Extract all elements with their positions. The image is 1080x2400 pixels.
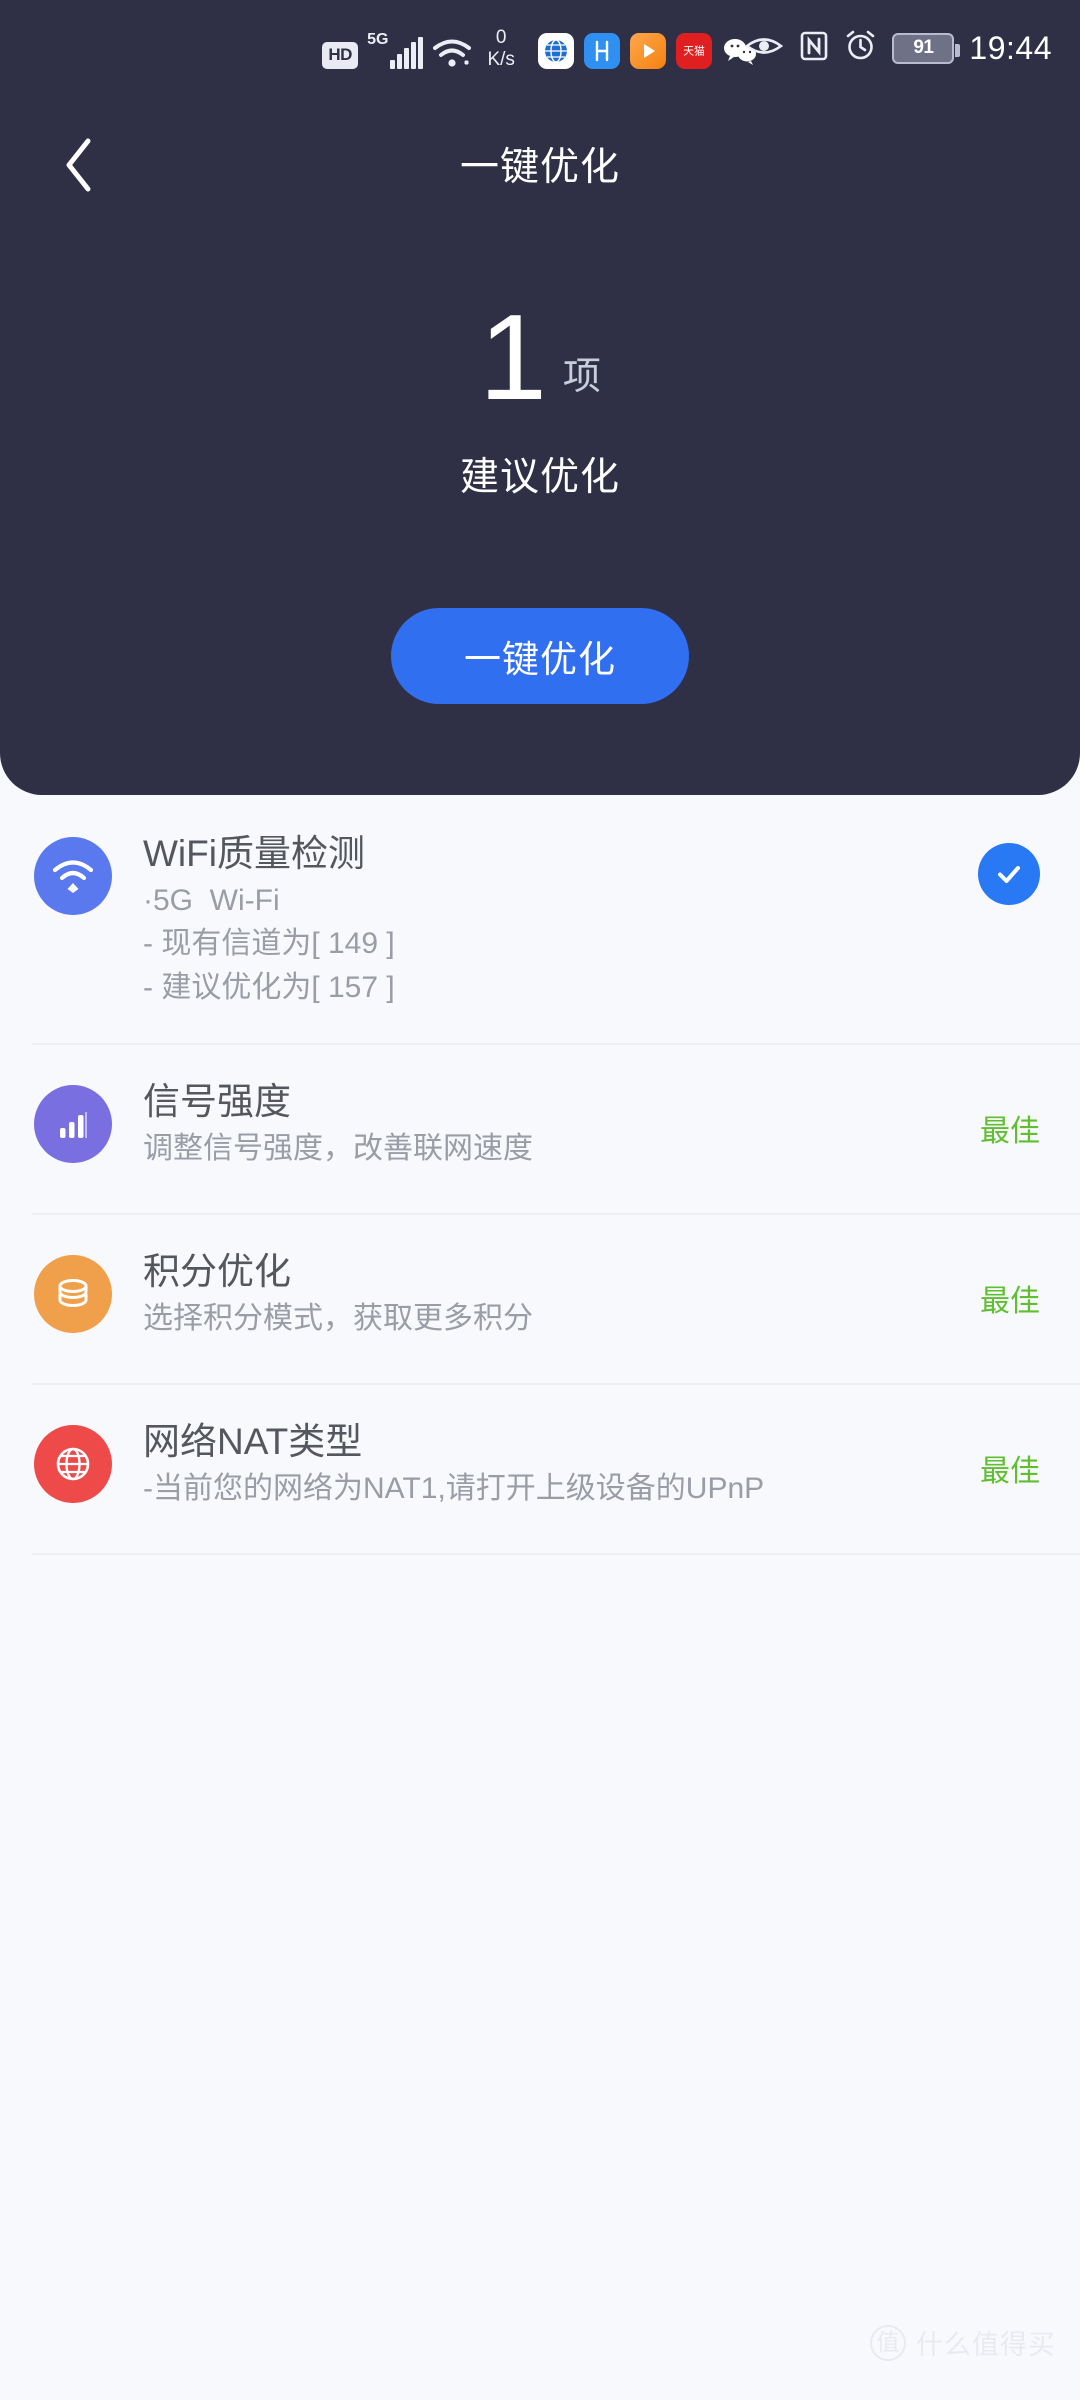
check-circle-icon[interactable]: [978, 843, 1040, 905]
network-speed-indicator: 0 K/s: [487, 28, 514, 69]
status-bar-right-group: 91 19:44: [744, 0, 1052, 96]
coins-stack-icon: [34, 1255, 112, 1333]
page-title: 一键优化: [459, 146, 620, 189]
signal-bars-icon: [390, 36, 424, 69]
watermark: 值 什么值得买: [870, 2323, 1056, 2362]
list-item-title: 网络NAT类型: [143, 1421, 363, 1462]
suggestion-count-group: 1 项: [479, 289, 601, 425]
network-type-label: 5G: [367, 30, 389, 48]
list-item-desc-line: 调整信号强度，改善联网速度: [143, 1131, 533, 1165]
status-badge: 最佳: [980, 1115, 1040, 1148]
status-badge: 最佳: [980, 1455, 1040, 1488]
list-item-desc-line: - 现有信道为[ 149 ]: [143, 927, 395, 960]
suggestion-count-unit: 项: [562, 355, 601, 398]
cellular-signal-icon: 5G: [367, 30, 424, 69]
network-speed-unit: K/s: [487, 48, 515, 70]
list-item-description: ·5G Wi-Fi - 现有信道为[ 149 ] - 建议优化为[ 157 ]: [143, 879, 978, 1010]
optimization-summary: 1 项 建议优化: [0, 289, 1080, 502]
list-item[interactable]: 信号强度 调整信号强度，改善联网速度 最佳: [0, 1043, 1080, 1213]
list-item-title: 积分优化: [143, 1251, 291, 1292]
browser-globe-icon: [537, 32, 574, 69]
nfc-icon: [799, 30, 829, 67]
status-badge: 最佳: [980, 1285, 1040, 1318]
list-item-body: 网络NAT类型 -当前您的网络为NAT1,请打开上级设备的UPnP: [112, 1417, 980, 1510]
status-bar: HD 5G 0 K/s 天猫 91 19:44: [0, 0, 1080, 96]
list-item-desc-line: -当前您的网络为NAT1,请打开上级设备的UPnP: [143, 1471, 765, 1505]
list-item-title: 信号强度: [143, 1081, 291, 1122]
suggestion-count: 1: [479, 289, 547, 425]
eye-comfort-icon: [744, 32, 784, 65]
list-item-description: -当前您的网络为NAT1,请打开上级设备的UPnP: [143, 1467, 980, 1511]
tmall-icon: 天猫: [675, 32, 712, 69]
list-item-desc-line: ·5G Wi-Fi: [143, 883, 280, 917]
watermark-label: 什么值得买: [916, 2330, 1056, 2360]
battery-level-label: 91: [913, 37, 934, 58]
list-item-desc-line: 选择积分模式，获取更多积分: [143, 1301, 533, 1335]
one-key-optimize-button[interactable]: 一键优化: [391, 608, 689, 704]
list-item-body: WiFi质量检测 ·5G Wi-Fi - 现有信道为[ 149 ] - 建议优化…: [112, 829, 978, 1009]
optimization-item-list: WiFi质量检测 ·5G Wi-Fi - 现有信道为[ 149 ] - 建议优化…: [0, 795, 1080, 1555]
list-item-description: 选择积分模式，获取更多积分: [143, 1297, 980, 1341]
list-item-desc-line: - 建议优化为[ 157 ]: [143, 970, 395, 1004]
globe-network-icon: [34, 1425, 112, 1503]
battery-icon: 91: [892, 32, 961, 64]
list-item-body: 信号强度 调整信号强度，改善联网速度: [112, 1077, 980, 1170]
navigation-bar: 一键优化: [0, 108, 1080, 220]
notification-app-icons: 天猫: [537, 32, 758, 69]
signal-bars-icon: [34, 1085, 112, 1163]
wifi-icon: [432, 38, 472, 69]
list-item[interactable]: 积分优化 选择积分模式，获取更多积分 最佳: [0, 1213, 1080, 1383]
network-speed-value: 0: [495, 26, 507, 48]
clock-label: 19:44: [969, 29, 1052, 66]
list-item-description: 调整信号强度，改善联网速度: [143, 1127, 980, 1171]
hd-icon: HD: [322, 41, 359, 69]
summary-subtitle: 建议优化: [459, 455, 620, 499]
watermark-logo-icon: 值: [870, 2324, 906, 2361]
alarm-clock-icon: [844, 29, 877, 67]
list-item-title: WiFi质量检测: [143, 833, 365, 874]
list-item[interactable]: 网络NAT类型 -当前您的网络为NAT1,请打开上级设备的UPnP 最佳: [0, 1383, 1080, 1553]
video-play-icon: [629, 32, 666, 69]
status-icons: HD 5G 0 K/s 天猫: [322, 28, 758, 69]
app-h-icon: [583, 32, 620, 69]
list-item[interactable]: WiFi质量检测 ·5G Wi-Fi - 现有信道为[ 149 ] - 建议优化…: [0, 795, 1080, 1043]
wifi-signal-icon: [34, 837, 112, 915]
list-item-body: 积分优化 选择积分模式，获取更多积分: [112, 1247, 980, 1340]
phone-screen: HD 5G 0 K/s 天猫 91 19:44 一键优化 1 项 建议优化 一键…: [0, 0, 1080, 2400]
